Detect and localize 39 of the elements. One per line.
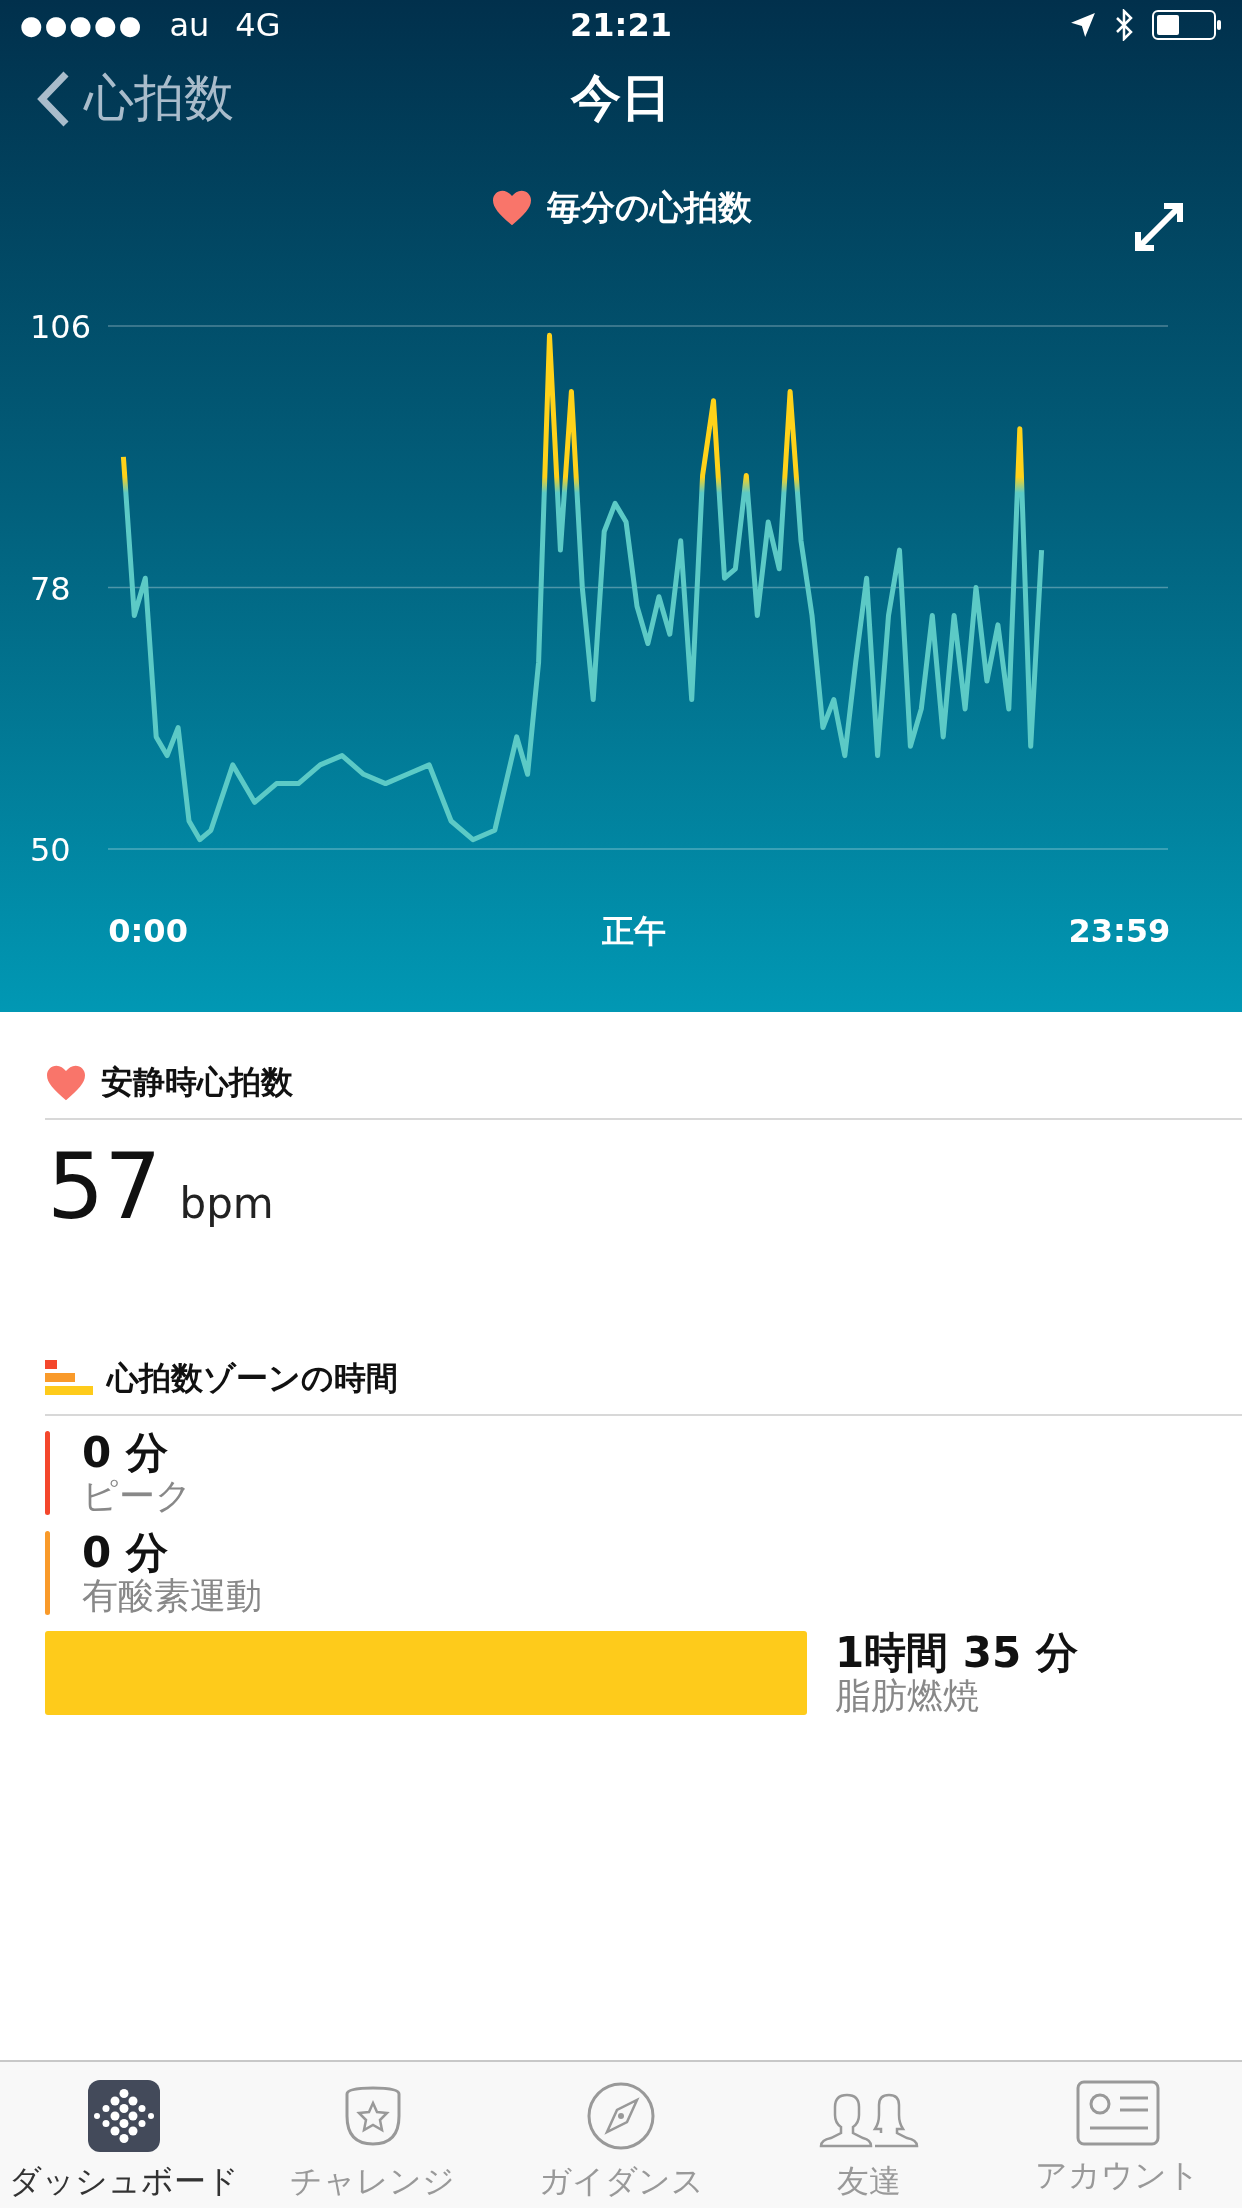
network-type: 4G <box>235 6 281 45</box>
resting-heart-rate-value: 57 <box>47 1134 162 1239</box>
clock: 21:21 <box>570 6 672 45</box>
expand-icon[interactable] <box>1134 202 1184 253</box>
zone-time: 0 分 <box>82 1430 169 1476</box>
location-arrow-icon <box>1070 12 1096 39</box>
chevron-left-icon <box>36 69 70 128</box>
section-title: 安静時心拍数 <box>101 1062 293 1103</box>
zone-label: ピーク <box>82 1476 192 1516</box>
zone-bars-icon <box>45 1360 93 1398</box>
y-tick-label: 106 <box>30 308 92 346</box>
tab-bar-item[interactable]: チャレンジ <box>248 2062 497 2208</box>
y-tick-label: 50 <box>30 831 71 869</box>
tab-bar-item[interactable]: ダッシュボード <box>0 2062 249 2208</box>
signal-strength: ●●●●● <box>20 10 144 41</box>
tab-bar-item[interactable]: アカウント <box>993 2062 1242 2208</box>
x-tick-label: 0:00 <box>108 912 188 950</box>
heart-icon <box>45 1064 87 1102</box>
heart-icon <box>490 189 533 228</box>
carrier-name: au <box>169 6 210 45</box>
battery-icon <box>1152 9 1222 42</box>
tab-bar-item[interactable]: 友達 <box>745 2062 994 2208</box>
back-link[interactable]: 心拍数 <box>36 65 234 133</box>
x-tick-label: 23:59 <box>1068 912 1171 950</box>
chart-title: 毎分の心拍数 <box>546 186 752 230</box>
tab-bar-item[interactable]: ガイダンス <box>496 2062 746 2208</box>
compass-icon <box>585 2080 657 2152</box>
y-tick-label: 78 <box>30 569 71 608</box>
zone-time: 0 分 <box>82 1530 169 1576</box>
zone-time: 1時間 35 分 <box>835 1630 1078 1676</box>
zone-label: 脂肪燃焼 <box>835 1676 980 1716</box>
bluetooth-icon <box>1114 9 1134 42</box>
x-tick-label: 正午 <box>602 912 667 950</box>
screen-title: 今日 <box>571 68 671 130</box>
zone-label: 有酸素運動 <box>82 1576 262 1616</box>
unit-label: bpm <box>179 1179 274 1228</box>
dots-logo-icon <box>88 2080 161 2152</box>
id-card-icon <box>1075 2080 1160 2146</box>
section-title: 心拍数ゾーンの時間 <box>107 1358 398 1399</box>
